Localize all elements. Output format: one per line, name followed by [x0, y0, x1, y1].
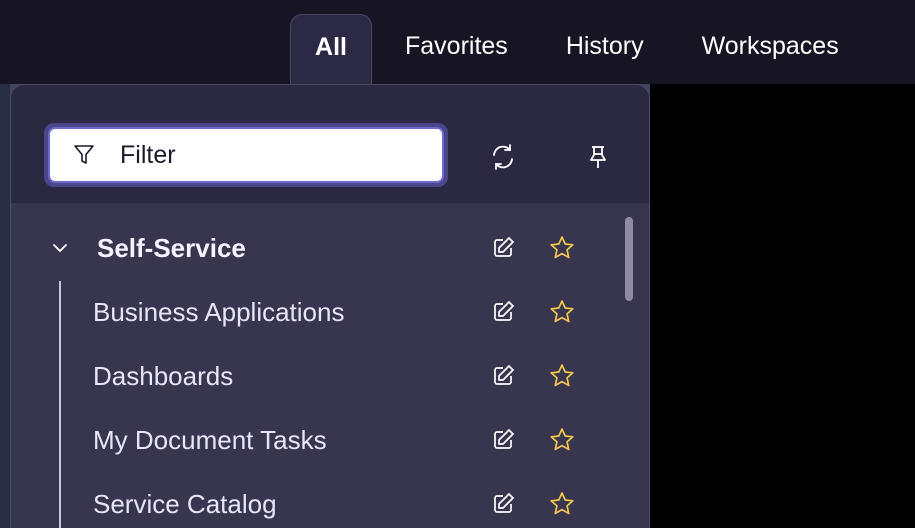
funnel-icon [74, 145, 94, 164]
chevron-down-icon[interactable] [51, 239, 69, 257]
edit-icon[interactable] [491, 364, 515, 388]
tab-workspaces[interactable]: Workspaces [702, 14, 839, 84]
star-icon[interactable] [549, 235, 575, 261]
background-edge [0, 84, 10, 528]
filter-input[interactable] [120, 140, 420, 170]
edit-icon[interactable] [491, 300, 515, 324]
star-icon[interactable] [549, 299, 575, 325]
edit-icon[interactable] [491, 492, 515, 516]
star-icon[interactable] [549, 427, 575, 453]
tree-item-label: Self-Service [97, 232, 246, 263]
top-navigation-bar: All Favorites History Workspaces [0, 0, 915, 84]
tree-item-my-document-tasks[interactable]: My Document Tasks [11, 408, 649, 472]
tree-item-dashboards[interactable]: Dashboards [11, 344, 649, 408]
filter-field[interactable] [48, 127, 444, 183]
all-menu-panel: Self-Service Business Applications Dashb… [10, 84, 650, 528]
tree-item-label: Business Applications [93, 296, 345, 327]
pin-icon[interactable] [583, 142, 613, 172]
tree-item-label: Service Catalog [93, 488, 277, 519]
tree-item-label: Dashboards [93, 360, 234, 391]
tab-favorites[interactable]: Favorites [405, 14, 508, 84]
tree-item-label: My Document Tasks [93, 424, 327, 455]
star-icon[interactable] [549, 363, 575, 389]
refresh-icon[interactable] [488, 142, 518, 172]
edit-icon[interactable] [491, 428, 515, 452]
filter-focus-ring [44, 123, 448, 187]
panel-header [11, 85, 649, 203]
tree-item-service-catalog[interactable]: Service Catalog [11, 472, 649, 528]
star-icon[interactable] [549, 491, 575, 517]
edit-icon[interactable] [491, 236, 515, 260]
tree-item-business-applications[interactable]: Business Applications [11, 280, 649, 344]
menu-tabs: All Favorites History Workspaces [290, 14, 839, 84]
tree-item-self-service[interactable]: Self-Service [11, 216, 649, 280]
tab-history[interactable]: History [566, 14, 644, 84]
tab-all[interactable]: All [290, 14, 372, 84]
